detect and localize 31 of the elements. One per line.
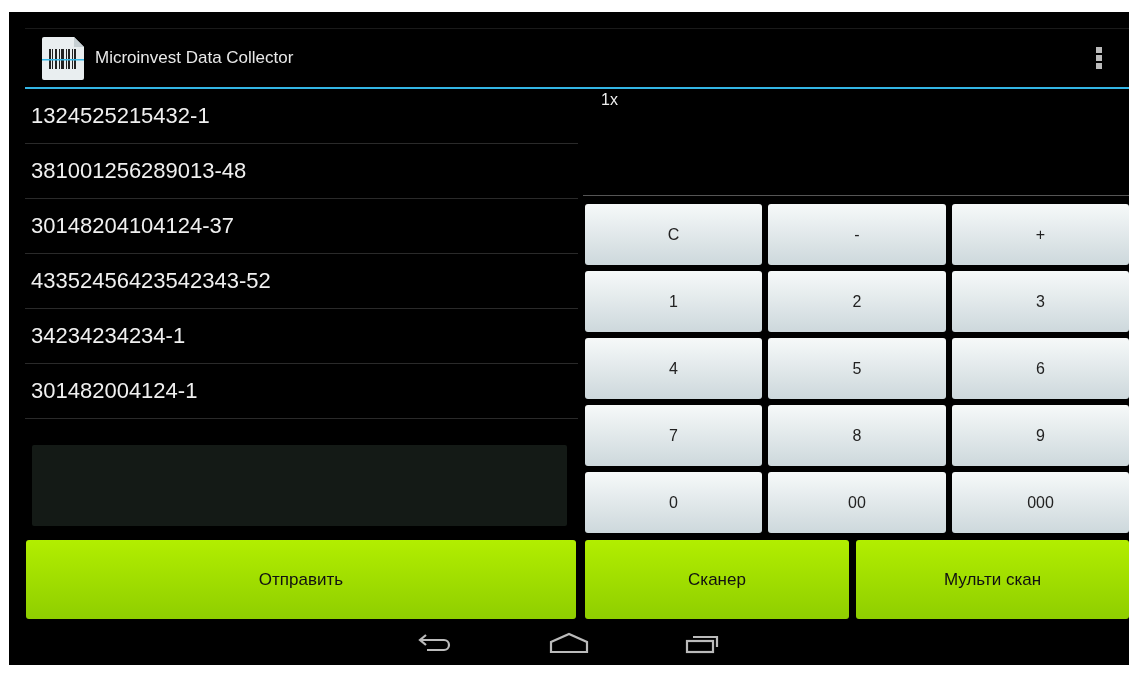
keypad-key[interactable]: C [585,204,762,265]
keypad-key[interactable]: 6 [952,338,1129,399]
keypad-key[interactable]: 5 [768,338,946,399]
send-button[interactable]: Отправить [26,540,576,619]
keypad-key[interactable]: - [768,204,946,265]
keypad-key[interactable]: 7 [585,405,762,466]
code-list-item[interactable]: 301482004124-1 [25,364,578,419]
code-list-item[interactable]: 34234234234-1 [25,309,578,364]
keypad-key[interactable]: 9 [952,405,1129,466]
code-list-item[interactable]: 1324525215432-1 [25,89,578,144]
keypad-key[interactable]: 8 [768,405,946,466]
code-list-item[interactable]: 43352456423542343-52 [25,254,578,309]
barcode-icon[interactable] [40,34,87,82]
keypad-key[interactable]: 2 [768,271,946,332]
keypad-key[interactable]: + [952,204,1129,265]
keypad-key[interactable]: 4 [585,338,762,399]
keypad-key[interactable]: 000 [952,472,1129,533]
back-icon[interactable] [417,633,453,653]
app-title: Microinvest Data Collector [95,48,294,68]
keypad-key[interactable]: 0 [585,472,762,533]
scan-button[interactable]: Сканер [585,540,849,619]
code-list-item[interactable]: 381001256289013-48 [25,144,578,199]
keypad-key[interactable]: 1 [585,271,762,332]
multi-scan-button[interactable]: Мульти скан [856,540,1129,619]
overflow-menu-icon[interactable] [1095,46,1103,70]
input-field[interactable] [32,445,567,526]
keypad-key[interactable]: 3 [952,271,1129,332]
home-icon[interactable] [549,632,589,654]
quantity-text: 1x [601,91,618,109]
keypad-key[interactable]: 00 [768,472,946,533]
code-list-item[interactable]: 30148204104124-37 [25,199,578,254]
